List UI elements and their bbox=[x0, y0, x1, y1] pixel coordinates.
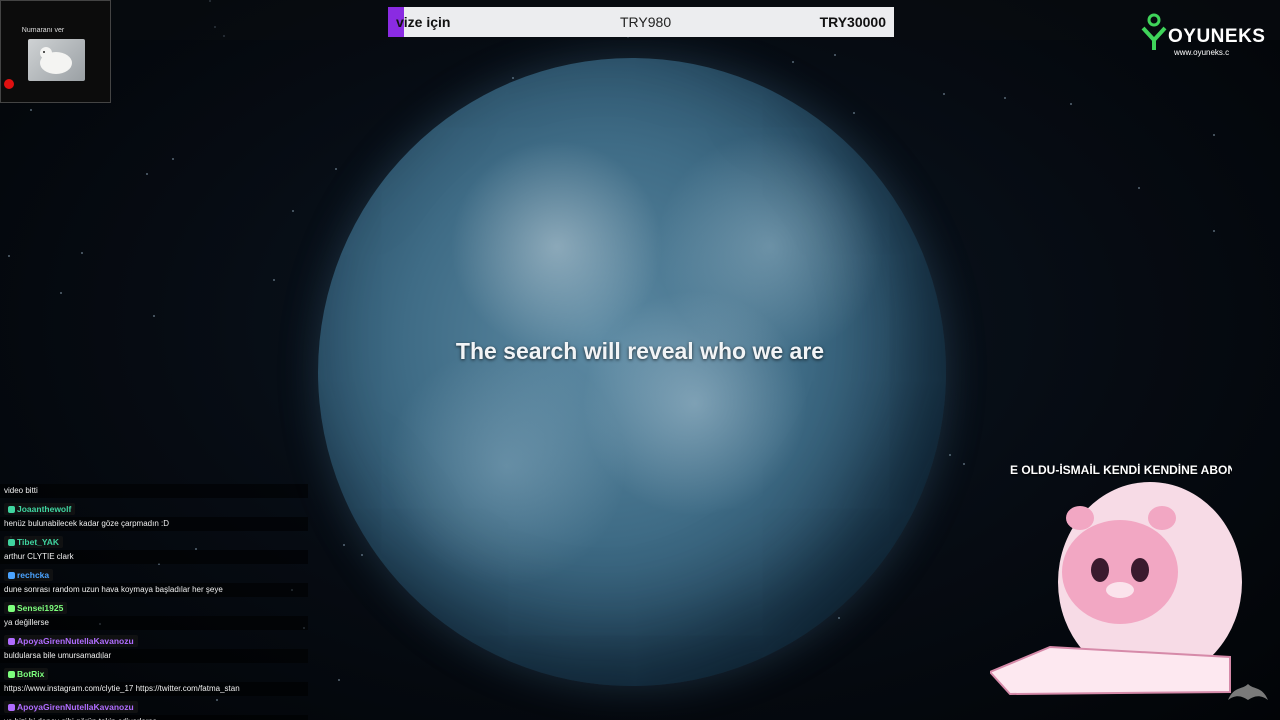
chat-message-list: Joaanthewolf henüz bulunabilecek kadar gö… bbox=[0, 499, 308, 720]
star bbox=[1138, 187, 1140, 189]
star bbox=[361, 554, 363, 556]
chat-message-text: ya bizi bi deney gibi görüp takip ediyor… bbox=[0, 715, 308, 720]
chat-username[interactable]: Joaanthewolf bbox=[4, 503, 76, 515]
star bbox=[1004, 97, 1006, 99]
chat-message-text: ya değillerse bbox=[0, 616, 308, 630]
sponsor-logo: OYUNEKS www.oyuneks.c bbox=[1140, 12, 1270, 60]
chat-badge-icon bbox=[8, 506, 15, 513]
star bbox=[963, 463, 965, 465]
recording-dot bbox=[4, 79, 14, 89]
chat-message-text: henüz bulunabilecek kadar göze çarpmadın… bbox=[0, 517, 308, 531]
vtuber-mascot bbox=[988, 482, 1245, 697]
donation-current-amount: TRY980 bbox=[620, 14, 672, 30]
chat-message-text: buldularsa bile umursamadılar bbox=[0, 649, 308, 663]
video-subtitle: The search will reveal who we are bbox=[455, 338, 825, 364]
chat-username-text: Joaanthewolf bbox=[17, 504, 72, 514]
earth-planet-image bbox=[318, 58, 946, 686]
webcam-overlay: Numaranı ver bbox=[0, 0, 111, 103]
star bbox=[1070, 103, 1072, 105]
chat-badge-icon bbox=[8, 539, 15, 546]
oyuneks-logo-icon bbox=[1141, 13, 1167, 50]
star bbox=[343, 544, 345, 546]
chat-username-text: rechcka bbox=[17, 570, 50, 580]
bat-logo-icon bbox=[1228, 684, 1268, 700]
chat-badge-icon bbox=[8, 605, 15, 612]
star bbox=[273, 279, 275, 281]
chat-partial-message: video bitti bbox=[0, 484, 308, 498]
chat-badge-icon bbox=[8, 704, 15, 711]
star bbox=[338, 679, 340, 681]
chat-username-text: BotRix bbox=[17, 669, 45, 679]
star bbox=[30, 109, 32, 111]
chat-message-text: arthur CLYTIE clark bbox=[0, 550, 308, 564]
pink-otter-mascot-icon bbox=[988, 482, 1242, 696]
chat-username[interactable]: Tibet_YAK bbox=[4, 536, 64, 548]
chat-username[interactable]: BotRix bbox=[4, 668, 49, 680]
subscriber-ticker: E OLDU-İSMAİL KENDİ KENDİNE ABONE bbox=[1010, 463, 1232, 477]
chat-badge-icon bbox=[8, 638, 15, 645]
star bbox=[172, 158, 174, 160]
star bbox=[834, 54, 836, 56]
chat-message-text: https://www.instagram.com/clytie_17 http… bbox=[0, 682, 308, 696]
chat-badge-icon bbox=[8, 572, 15, 579]
star bbox=[292, 210, 294, 212]
chat-username-text: Sensei1925 bbox=[17, 603, 64, 613]
donation-goal-amount: TRY30000 bbox=[819, 14, 886, 30]
star bbox=[146, 173, 148, 175]
donation-goal-bar: vize için TRY980 TRY30000 bbox=[388, 7, 894, 37]
star bbox=[838, 617, 840, 619]
chat-username-text: ApoyaGirenNutellaKavanozu bbox=[17, 636, 134, 646]
star bbox=[153, 315, 155, 317]
chat-message-text: dune sonrası random uzun hava koymaya ba… bbox=[0, 583, 308, 597]
chat-badge-icon bbox=[8, 671, 15, 678]
star bbox=[1213, 230, 1215, 232]
star bbox=[8, 255, 10, 257]
logo-site-text: www.oyuneks.c bbox=[1174, 48, 1230, 57]
star bbox=[949, 454, 951, 456]
star bbox=[512, 77, 514, 79]
chat-username[interactable]: ApoyaGirenNutellaKavanozu bbox=[4, 701, 138, 713]
chat-username[interactable]: ApoyaGirenNutellaKavanozu bbox=[4, 635, 138, 647]
donation-goal-label: vize için bbox=[396, 14, 451, 30]
logo-brand-text: OYUNEKS bbox=[1168, 26, 1266, 47]
webcam-label: Numaranı ver bbox=[21, 27, 65, 34]
chat-overlay: video bitti Joaanthewolf henüz bulunabile… bbox=[0, 484, 308, 720]
polar-bear-icon bbox=[40, 47, 72, 74]
star bbox=[853, 112, 855, 114]
chat-username[interactable]: rechcka bbox=[4, 569, 54, 581]
star bbox=[792, 61, 794, 63]
chat-username-text: Tibet_YAK bbox=[17, 537, 60, 547]
star bbox=[81, 252, 83, 254]
star bbox=[335, 168, 337, 170]
webcam-image bbox=[28, 39, 85, 81]
star bbox=[1213, 134, 1215, 136]
star bbox=[60, 292, 62, 294]
chat-username-text: ApoyaGirenNutellaKavanozu bbox=[17, 702, 134, 712]
star bbox=[943, 93, 945, 95]
chat-username[interactable]: Sensei1925 bbox=[4, 602, 68, 614]
